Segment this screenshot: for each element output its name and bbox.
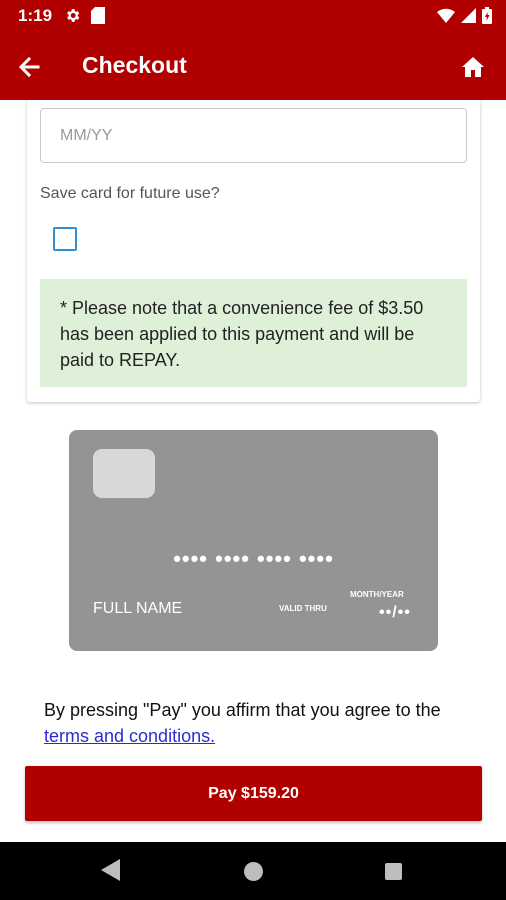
gear-icon	[64, 7, 81, 29]
nav-home-button[interactable]	[244, 862, 263, 881]
battery-icon	[482, 7, 492, 29]
home-icon	[462, 57, 484, 77]
card-month-year-label: MONTH/YEAR	[350, 590, 404, 599]
convenience-fee-note: * Please note that a convenience fee of …	[40, 279, 467, 387]
save-card-label: Save card for future use?	[40, 185, 220, 202]
wifi-icon	[437, 8, 455, 28]
card-valid-thru-label: VALID THRU	[279, 604, 327, 613]
status-left-icons	[64, 7, 105, 29]
card-preview: •••• •••• •••• •••• FULL NAME VALID THRU…	[69, 430, 438, 651]
payment-form-card: Save card for future use? * Please note …	[27, 100, 480, 402]
card-expiry: ••/••	[379, 604, 411, 621]
nav-back-button[interactable]	[100, 859, 120, 886]
card-number: •••• •••• •••• ••••	[173, 546, 334, 571]
home-button[interactable]	[458, 52, 488, 82]
status-bar: 1:19	[0, 0, 506, 32]
system-nav-bar	[0, 842, 506, 900]
triangle-back-icon	[101, 859, 120, 881]
agreement-statement: By pressing "Pay" you affirm that you ag…	[44, 700, 441, 720]
app-bar: Checkout	[0, 32, 506, 100]
card-holder-name: FULL NAME	[93, 600, 183, 617]
terms-link[interactable]: terms and conditions.	[44, 726, 215, 746]
card-chip-icon	[93, 449, 155, 498]
pay-button[interactable]: Pay $159.20	[25, 766, 482, 821]
nav-recents-button[interactable]	[385, 863, 402, 880]
page-title: Checkout	[82, 52, 187, 78]
sd-card-icon	[91, 7, 105, 29]
arrow-left-icon	[18, 56, 40, 78]
status-right-icons	[437, 7, 492, 29]
status-time: 1:19	[18, 6, 53, 25]
expiry-date-input[interactable]	[40, 108, 467, 163]
back-button[interactable]	[14, 52, 44, 82]
agreement-text: By pressing "Pay" you affirm that you ag…	[44, 697, 474, 749]
save-card-checkbox[interactable]	[53, 227, 77, 251]
signal-icon	[461, 8, 476, 28]
